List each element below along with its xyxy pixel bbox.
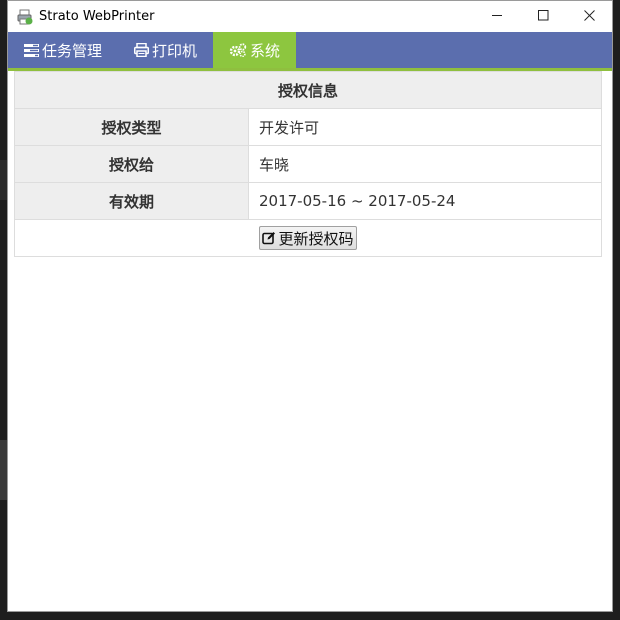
license-table-header: 授权信息 [14, 71, 602, 109]
close-button[interactable] [566, 1, 612, 32]
table-row: 有效期 2017-05-16 ~ 2017-05-24 [14, 182, 602, 220]
validity-label: 有效期 [14, 182, 249, 220]
main-content: 授权信息 授权类型 开发许可 授权给 车晓 有效期 2017-05-16 ~ 2… [8, 71, 612, 257]
tasks-icon [24, 43, 39, 57]
main-nav: 任务管理 打印机 系统 [8, 32, 612, 71]
nav-tab-label: 打印机 [152, 41, 198, 60]
license-type-value: 开发许可 [248, 108, 602, 146]
app-window: Strato WebPrinter 任务管理 打印机 系统 授权信息 授权类型 … [7, 0, 613, 612]
nav-tab-system[interactable]: 系统 [213, 32, 297, 68]
nav-tab-tasks[interactable]: 任务管理 [8, 32, 118, 68]
maximize-button[interactable] [520, 1, 566, 32]
licensee-label: 授权给 [14, 145, 249, 183]
table-action-row: 更新授权码 [14, 219, 602, 257]
nav-tab-label: 系统 [250, 41, 281, 60]
action-cell: 更新授权码 [14, 219, 602, 257]
table-row: 授权类型 开发许可 [14, 108, 602, 146]
window-title: Strato WebPrinter [39, 9, 155, 24]
printer-icon [134, 43, 150, 57]
minimize-icon [491, 9, 503, 25]
window-controls [474, 1, 612, 32]
nav-tab-printers[interactable]: 打印机 [118, 32, 213, 68]
table-row: 授权给 车晓 [14, 145, 602, 183]
nav-tab-label: 任务管理 [42, 41, 103, 60]
table-header-row: 授权信息 [14, 71, 602, 109]
cogs-icon [229, 43, 247, 57]
minimize-button[interactable] [474, 1, 520, 32]
title-bar[interactable]: Strato WebPrinter [8, 1, 612, 32]
maximize-icon [537, 9, 549, 25]
update-license-button[interactable]: 更新授权码 [259, 226, 357, 250]
license-info-table: 授权信息 授权类型 开发许可 授权给 车晓 有效期 2017-05-16 ~ 2… [14, 71, 602, 257]
close-icon [583, 9, 595, 25]
update-license-label: 更新授权码 [278, 229, 354, 248]
validity-value: 2017-05-16 ~ 2017-05-24 [248, 182, 602, 220]
license-type-label: 授权类型 [14, 108, 249, 146]
app-printer-icon [17, 9, 33, 25]
licensee-value: 车晓 [248, 145, 602, 183]
edit-icon [262, 231, 276, 245]
